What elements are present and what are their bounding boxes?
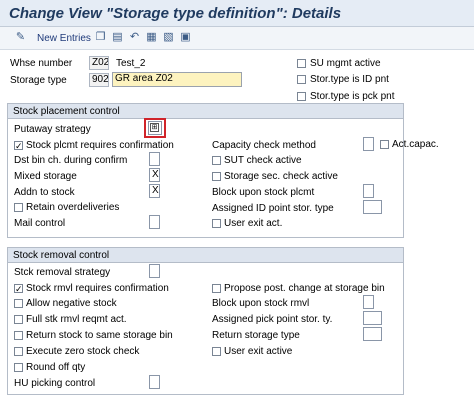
return-storage-type-label: Return storage type	[212, 330, 300, 341]
su-mgmt-active-label: SU mgmt active	[310, 58, 381, 69]
block-stock-plcmt-field[interactable]	[363, 184, 374, 198]
capacity-check-method-label: Capacity check method	[212, 140, 316, 151]
zero-stock-check-label: Execute zero stock check	[26, 346, 140, 357]
title-bar: Change View "Storage type definition": D…	[0, 0, 474, 27]
stock-removal-strategy-label: Stck removal strategy	[14, 267, 111, 278]
zero-stock-check-checkbox[interactable]	[14, 347, 23, 356]
retain-overdeliveries-label: Retain overdeliveries	[26, 202, 120, 213]
sut-check-active-checkbox[interactable]	[212, 156, 221, 165]
addn-to-stock-field[interactable]: X	[149, 184, 160, 198]
storage-sec-check-label: Storage sec. check active	[224, 171, 338, 182]
user-exit-active-label: User exit active	[224, 346, 293, 357]
sut-check-active-label: SUT check active	[224, 155, 302, 166]
copy-icon[interactable]: ❐	[94, 31, 107, 44]
stock-placement-heading-bar: Stock placement control	[8, 104, 403, 119]
mail-control-label: Mail control	[14, 218, 66, 229]
block-stock-rmvl-field[interactable]	[363, 295, 374, 309]
stock-removal-heading-bar: Stock removal control	[8, 248, 403, 263]
allow-negative-stock-label: Allow negative stock	[26, 298, 117, 309]
dst-bin-change-label: Dst bin ch. during confirm	[14, 155, 128, 166]
delete-icon[interactable]: ▤	[111, 31, 124, 44]
full-stk-rmvl-label: Full stk rmvl reqmt act.	[26, 314, 127, 325]
stor-type-id-pnt-label: Stor.type is ID pnt	[310, 74, 389, 85]
act-capac-label: Act.capac.	[392, 139, 439, 150]
putaway-strategy-label: Putaway strategy	[14, 124, 91, 135]
hu-picking-control-label: HU picking control	[14, 378, 96, 389]
storage-type-label: Storage type	[10, 75, 67, 86]
stock-plcmt-confirm-checkbox[interactable]: ✓	[14, 141, 23, 151]
mixed-storage-field[interactable]: X	[149, 168, 160, 182]
capacity-check-method-field[interactable]	[363, 137, 374, 151]
assigned-pick-point-label: Assigned pick point stor. ty.	[212, 314, 333, 325]
stor-type-pck-pnt-checkbox[interactable]	[297, 92, 306, 101]
su-mgmt-active-checkbox[interactable]	[297, 59, 306, 68]
undo-icon[interactable]: ↶	[128, 31, 141, 44]
retain-overdeliveries-checkbox[interactable]	[14, 203, 23, 212]
stock-removal-heading: Stock removal control	[13, 250, 110, 261]
assigned-id-point-label: Assigned ID point stor. type	[212, 203, 334, 214]
addn-to-stock-label: Addn to stock	[14, 187, 75, 198]
block-stock-plcmt-label: Block upon stock plcmt	[212, 187, 315, 198]
stock-rmvl-confirm-label: Stock rmvl requires confirmation	[26, 283, 169, 294]
propose-post-change-checkbox[interactable]	[212, 284, 221, 293]
whse-number-field[interactable]: Z02	[89, 56, 109, 70]
round-off-qty-label: Round off qty	[26, 362, 86, 373]
dst-bin-change-field[interactable]	[149, 152, 160, 166]
stor-type-id-pnt-checkbox[interactable]	[297, 75, 306, 84]
new-entries-button[interactable]: New Entries	[37, 33, 91, 44]
change-display-icon[interactable]: ✎	[14, 31, 27, 44]
application-toolbar: ✎ New Entries ❐ ▤ ↶ ▦ ▧ ▣	[0, 27, 474, 50]
value-help-icon[interactable]: ⊞	[150, 123, 159, 132]
storage-type-description-field[interactable]: GR area Z02	[112, 72, 242, 87]
user-exit-act-label: User exit act.	[224, 218, 283, 229]
mixed-storage-label: Mixed storage	[14, 171, 77, 182]
full-stk-rmvl-checkbox[interactable]	[14, 315, 23, 324]
select-block-icon[interactable]: ▧	[162, 31, 175, 44]
deselect-all-icon[interactable]: ▣	[179, 31, 192, 44]
hu-picking-control-field[interactable]	[149, 375, 160, 389]
stock-plcmt-confirm-label: Stock plcmt requires confirmation	[26, 140, 174, 151]
user-exit-active-checkbox[interactable]	[212, 347, 221, 356]
return-same-bin-label: Return stock to same storage bin	[26, 330, 173, 341]
stor-type-pck-pnt-label: Stor.type is pck pnt	[310, 91, 395, 102]
storage-type-field[interactable]: 902	[89, 73, 109, 87]
assigned-pick-point-field[interactable]	[363, 311, 382, 325]
allow-negative-stock-checkbox[interactable]	[14, 299, 23, 308]
user-exit-act-checkbox[interactable]	[212, 219, 221, 228]
page-title: Change View "Storage type definition": D…	[9, 5, 342, 22]
stock-placement-heading: Stock placement control	[13, 106, 120, 117]
storage-sec-check-checkbox[interactable]	[212, 172, 221, 181]
whse-number-label: Whse number	[10, 58, 73, 69]
propose-post-change-label: Propose post. change at storage bin	[224, 283, 385, 294]
mail-control-field[interactable]	[149, 215, 160, 229]
whse-description: Test_2	[116, 58, 146, 69]
stock-removal-strategy-field[interactable]	[149, 264, 160, 278]
round-off-qty-checkbox[interactable]	[14, 363, 23, 372]
stock-rmvl-confirm-checkbox[interactable]: ✓	[14, 284, 23, 294]
act-capac-checkbox[interactable]	[380, 140, 389, 149]
block-stock-rmvl-label: Block upon stock rmvl	[212, 298, 310, 309]
return-same-bin-checkbox[interactable]	[14, 331, 23, 340]
return-storage-type-field[interactable]	[363, 327, 382, 341]
select-all-icon[interactable]: ▦	[145, 31, 158, 44]
assigned-id-point-field[interactable]	[363, 200, 382, 214]
